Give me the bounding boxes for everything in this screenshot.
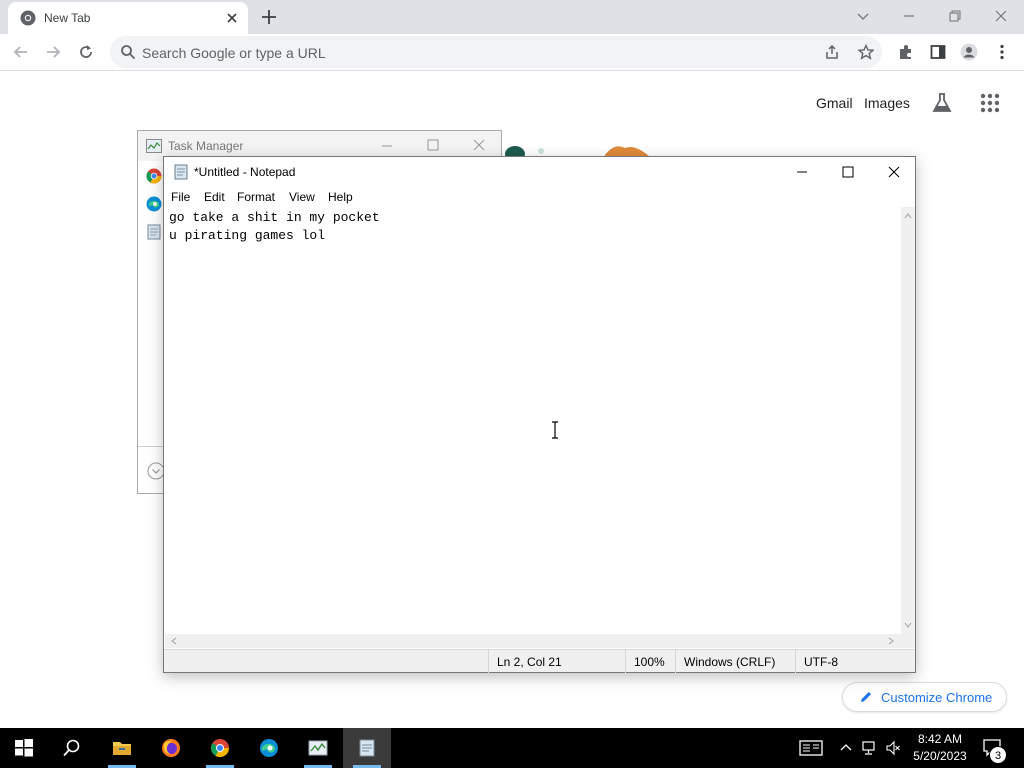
text-cursor-icon [550, 421, 560, 439]
menu-view[interactable]: View [289, 190, 315, 204]
restore-icon[interactable] [945, 6, 965, 26]
tab-new-tab[interactable]: New Tab [8, 2, 248, 34]
notepad-window[interactable]: *Untitled - Notepad File Edit Format Vie… [163, 156, 916, 673]
tab-title: New Tab [44, 11, 91, 25]
scroll-up-icon[interactable] [903, 211, 913, 221]
omnibox-placeholder: Search Google or type a URL [142, 45, 326, 61]
text-line: go take a shit in my pocket [169, 210, 380, 225]
maximize-icon[interactable] [840, 164, 856, 180]
notepad-icon[interactable] [343, 728, 391, 768]
chrome-icon[interactable] [196, 728, 244, 768]
maximize-icon[interactable] [426, 138, 440, 152]
minimize-icon[interactable] [380, 138, 394, 152]
close-icon[interactable] [224, 10, 240, 26]
menu-edit[interactable]: Edit [204, 190, 225, 204]
star-icon[interactable] [858, 44, 874, 60]
notepad-icon [173, 164, 189, 180]
side-panel-icon[interactable] [929, 43, 947, 61]
network-icon[interactable] [862, 740, 878, 756]
menu-help[interactable]: Help [328, 190, 353, 204]
chrome-icon [146, 168, 162, 184]
profile-icon[interactable] [960, 43, 978, 61]
reload-icon[interactable] [77, 43, 95, 61]
scrollbar-corner [901, 634, 915, 648]
search-icon [120, 44, 136, 60]
notepad-menubar: File Edit Format View Help [164, 187, 915, 207]
notepad-title: *Untitled - Notepad [194, 165, 296, 179]
omnibox[interactable]: Search Google or type a URL [110, 36, 882, 68]
chevron-up-icon[interactable] [838, 740, 854, 756]
windows-start-icon[interactable] [0, 728, 48, 768]
news-widget-icon[interactable] [799, 740, 823, 756]
search-icon[interactable] [48, 728, 96, 768]
task-manager-icon[interactable] [294, 728, 342, 768]
edge-icon [146, 196, 162, 212]
gmail-link[interactable]: Gmail [816, 95, 853, 111]
scroll-down-icon[interactable] [903, 620, 913, 630]
tab-strip: New Tab [0, 0, 1024, 34]
close-icon[interactable] [991, 6, 1011, 26]
scroll-left-icon[interactable] [169, 636, 179, 646]
status-cursor-position: Ln 2, Col 21 [488, 650, 625, 673]
edge-icon[interactable] [245, 728, 293, 768]
notepad-icon [146, 224, 162, 240]
firefox-icon[interactable] [147, 728, 195, 768]
puzzle-icon[interactable] [897, 43, 915, 61]
notification-count-badge: 3 [989, 746, 1007, 764]
customize-chrome-label: Customize Chrome [881, 690, 993, 705]
share-icon[interactable] [824, 44, 840, 60]
notepad-text-area[interactable]: go take a shit in my pocket u pirating g… [165, 207, 903, 634]
status-encoding: UTF-8 [795, 650, 915, 673]
task-manager-icon [146, 139, 162, 153]
horizontal-scrollbar[interactable] [165, 634, 901, 648]
taskbar: 8:42 AM 5/20/2023 3 [0, 728, 1024, 768]
pencil-icon [859, 690, 873, 704]
chrome-icon [20, 10, 36, 26]
flask-icon[interactable] [931, 92, 953, 114]
clock-time: 8:42 AM [917, 732, 963, 746]
customize-chrome-button[interactable]: Customize Chrome [842, 682, 1007, 712]
text-line: u pirating games lol [169, 228, 326, 243]
task-manager-title: Task Manager [168, 139, 244, 153]
status-line-endings: Windows (CRLF) [675, 650, 795, 673]
back-arrow-icon[interactable] [12, 43, 30, 61]
menu-file[interactable]: File [171, 190, 190, 204]
status-zoom: 100% [625, 650, 675, 673]
menu-format[interactable]: Format [237, 190, 275, 204]
notepad-titlebar[interactable]: *Untitled - Notepad [164, 157, 915, 187]
browser-toolbar: Search Google or type a URL [0, 34, 1024, 71]
vertical-scrollbar[interactable] [901, 207, 915, 634]
notepad-status-bar: Ln 2, Col 21 100% Windows (CRLF) UTF-8 [164, 649, 915, 673]
volume-muted-icon[interactable] [885, 740, 901, 756]
minimize-icon[interactable] [899, 6, 919, 26]
forward-arrow-icon[interactable] [44, 43, 62, 61]
chevron-down-icon[interactable] [853, 6, 873, 26]
images-link[interactable]: Images [864, 95, 910, 111]
minimize-icon[interactable] [794, 164, 810, 180]
close-icon[interactable] [472, 138, 486, 152]
close-icon[interactable] [886, 164, 902, 180]
scroll-right-icon[interactable] [886, 636, 896, 646]
plus-icon[interactable] [260, 8, 278, 26]
apps-grid-icon[interactable] [980, 93, 1000, 113]
system-clock[interactable]: 8:42 AM 5/20/2023 [908, 731, 972, 767]
file-explorer-icon[interactable] [98, 728, 146, 768]
kebab-menu-icon[interactable] [993, 43, 1011, 61]
clock-date: 5/20/2023 [913, 749, 967, 763]
